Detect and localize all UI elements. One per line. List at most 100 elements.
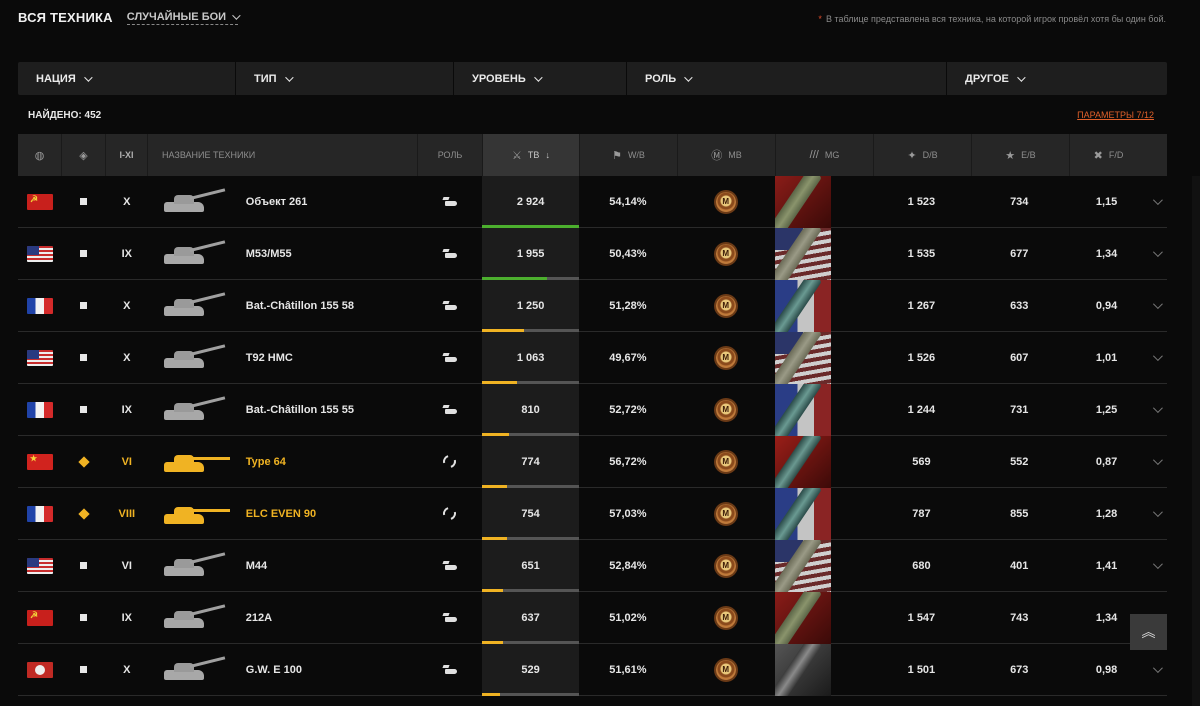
gun-marks-icon xyxy=(774,591,831,644)
expand-row-button[interactable] xyxy=(1145,436,1167,488)
filter-nation[interactable]: НАЦИЯ xyxy=(18,62,236,95)
globe-icon: ◍ xyxy=(34,149,45,162)
filter-other[interactable]: ДРУГОЕ xyxy=(947,62,1167,95)
table-row[interactable]: X T92 HMC 1 063 49,67% M 1 526 607 1,01 xyxy=(18,331,1167,384)
frags-cell: 1,01 xyxy=(1068,332,1145,384)
col-battles[interactable]: ⚔ ТВ ↓ xyxy=(483,134,580,176)
winrate-value: 51,02% xyxy=(609,611,647,624)
nation-cell xyxy=(18,436,62,488)
col-mastery[interactable]: Ⓜ MB xyxy=(678,134,776,176)
exp-cell: 855 xyxy=(970,488,1068,540)
chevron-down-icon xyxy=(232,10,241,20)
usa-flag-icon xyxy=(26,557,53,574)
page-title: ВСЯ ТЕХНИКА xyxy=(18,10,113,25)
col-type[interactable]: ◈ xyxy=(62,134,106,176)
table-row[interactable]: VIII ELC EVEN 90 754 57,03% M 787 855 1,… xyxy=(18,487,1167,540)
vehicle-name: M44 xyxy=(245,559,268,572)
table-row[interactable]: VI Type 64 774 56,72% M 569 552 xyxy=(18,435,1167,488)
chevron-down-icon xyxy=(1152,299,1163,310)
expand-row-button[interactable] xyxy=(1145,280,1167,332)
scroll-to-top-button[interactable]: ︽ xyxy=(1130,614,1167,650)
battle-mode-dropdown[interactable]: СЛУЧАЙНЫЕ БОИ xyxy=(126,10,241,25)
exp-value: 401 xyxy=(1010,559,1029,572)
exp-cell: 734 xyxy=(970,176,1068,228)
col-exp[interactable]: ★ E/B xyxy=(972,134,1070,176)
vehicle-name: Type 64 xyxy=(245,455,286,468)
col-marks[interactable]: /// MG xyxy=(776,134,874,176)
col-name[interactable]: НАЗВАНИЕ ТЕХНИКИ xyxy=(148,134,418,176)
exp-cell: 633 xyxy=(970,280,1068,332)
table-row[interactable]: IX M53/M55 1 955 50,43% M 1 535 677 1,34 xyxy=(18,227,1167,280)
role-cell xyxy=(417,592,482,644)
expand-row-button[interactable] xyxy=(1145,228,1167,280)
chevron-down-icon xyxy=(1017,72,1026,82)
tank-silhouette-icon xyxy=(160,291,240,319)
gun-marks-icon xyxy=(774,487,831,540)
expand-row-button[interactable] xyxy=(1145,332,1167,384)
col-frags[interactable]: ✖ F/D xyxy=(1070,134,1147,176)
exp-cell: 607 xyxy=(970,332,1068,384)
expand-row-button[interactable] xyxy=(1145,644,1167,696)
col-winrate[interactable]: ⚑ W/B xyxy=(580,134,678,176)
expand-row-button[interactable] xyxy=(1145,176,1167,228)
chevron-down-icon xyxy=(533,72,543,82)
battles-value: 2 924 xyxy=(516,195,545,208)
frags-cell: 1,15 xyxy=(1068,176,1145,228)
tank-silhouette-icon xyxy=(160,501,240,527)
vehicle-name: Bat.-Châtillon 155 55 xyxy=(245,403,354,416)
damage-cell: 1 526 xyxy=(873,332,971,384)
exp-cell: 401 xyxy=(970,540,1068,592)
spg-icon xyxy=(80,198,88,205)
role-support-icon xyxy=(440,504,459,523)
exp-value: 633 xyxy=(1010,299,1029,312)
vehicle-name: T92 HMC xyxy=(245,351,293,364)
table-row[interactable]: X G.W. E 100 529 51,61% M 1 501 673 0,98 xyxy=(18,643,1167,696)
damage-value: 1 526 xyxy=(907,351,936,364)
tank-silhouette-icon xyxy=(160,239,240,267)
table-row[interactable]: IX 212A 637 51,02% M 1 547 743 xyxy=(18,591,1167,644)
col-nation[interactable]: ◍ xyxy=(18,134,62,176)
vehicle-name: M53/M55 xyxy=(245,247,292,260)
table-row[interactable]: IX Bat.-Châtillon 155 55 810 52,72% M 1 … xyxy=(18,383,1167,436)
vehicle-name: ELC EVEN 90 xyxy=(245,507,317,520)
frags-value: 1,41 xyxy=(1095,559,1118,572)
scrollbar[interactable] xyxy=(1192,176,1200,706)
spg-icon xyxy=(80,302,88,309)
type-cell xyxy=(62,384,106,436)
table-row[interactable]: X Объект 261 2 924 54,14% M 1 523 734 xyxy=(18,175,1167,228)
frags-cell: 1,25 xyxy=(1068,384,1145,436)
battles-value: 651 xyxy=(521,559,540,572)
col-marks-label: MG xyxy=(824,150,840,160)
params-link[interactable]: ПАРАМЕТРЫ 7/12 xyxy=(1077,110,1154,120)
winrate-value: 57,03% xyxy=(609,507,647,520)
name-cell: Bat.-Châtillon 155 58 xyxy=(148,280,418,332)
winrate-value: 51,61% xyxy=(609,663,647,676)
frags-value: 0,87 xyxy=(1095,455,1118,468)
mastery-cell: M xyxy=(677,592,775,644)
marks-cell xyxy=(774,487,873,540)
expand-row-button[interactable] xyxy=(1145,488,1167,540)
filter-role[interactable]: РОЛЬ xyxy=(627,62,947,95)
chevron-down-icon xyxy=(1152,455,1163,466)
filter-type[interactable]: ТИП xyxy=(236,62,454,95)
nation-cell xyxy=(18,176,62,228)
battles-cell: 651 xyxy=(482,539,580,592)
expand-row-button[interactable] xyxy=(1145,540,1167,592)
col-damage[interactable]: ✦ D/B xyxy=(874,134,972,176)
mastery-badge-icon: M xyxy=(715,243,736,264)
col-role[interactable]: РОЛЬ xyxy=(418,134,483,176)
table-row[interactable]: VI M44 651 52,84% M 680 401 1,41 xyxy=(18,539,1167,592)
filter-tier[interactable]: УРОВЕНЬ xyxy=(454,62,627,95)
frags-cell: 0,94 xyxy=(1068,280,1145,332)
mastery-cell: M xyxy=(677,280,775,332)
col-winrate-label: W/B xyxy=(627,150,645,160)
tier-value: X xyxy=(123,195,131,208)
usa-flag-icon xyxy=(26,245,53,262)
role-cell xyxy=(417,540,482,592)
col-tier[interactable]: I-XI xyxy=(106,134,148,176)
role-support-icon xyxy=(440,452,459,471)
expand-row-button[interactable] xyxy=(1145,384,1167,436)
role-cell xyxy=(417,644,482,696)
chevron-down-icon xyxy=(1152,195,1163,206)
table-row[interactable]: X Bat.-Châtillon 155 58 1 250 51,28% M 1… xyxy=(18,279,1167,332)
